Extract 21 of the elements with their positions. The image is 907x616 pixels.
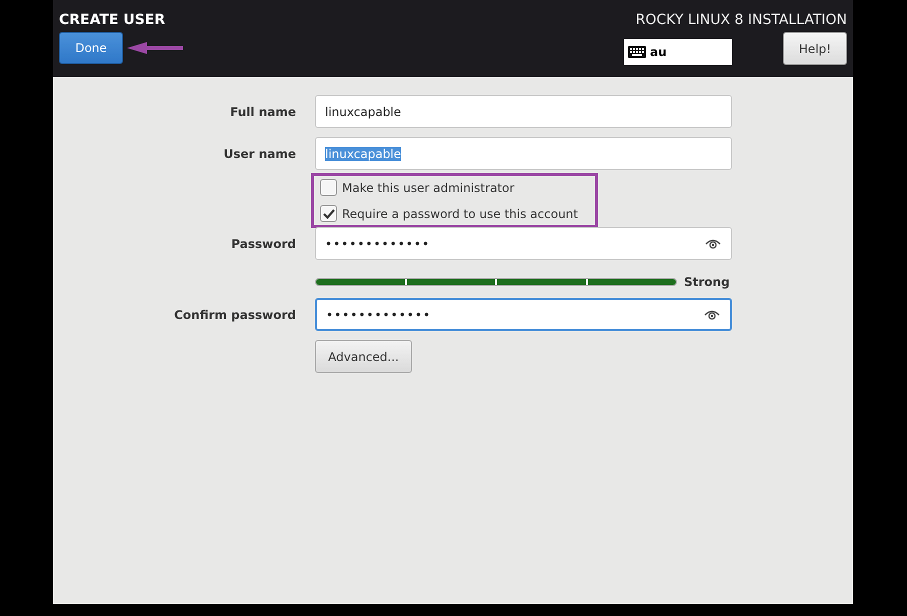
- done-button[interactable]: Done: [59, 32, 123, 64]
- checkbox-label: Make this user administrator: [342, 180, 514, 194]
- checkbox-label: Require a password to use this account: [342, 206, 578, 220]
- checkbox[interactable]: [320, 179, 337, 196]
- input-field[interactable]: linuxcapable: [315, 95, 732, 128]
- keyboard-icon: [628, 46, 646, 58]
- keyboard-layout-indicator[interactable]: au: [624, 39, 732, 65]
- field-label: User name: [222, 146, 296, 160]
- eye-icon[interactable]: [704, 310, 720, 320]
- password-field[interactable]: •••••••••••••: [315, 227, 732, 260]
- field-label: Confirm password: [173, 308, 296, 322]
- eye-icon[interactable]: [705, 238, 721, 248]
- advanced-button[interactable]: Advanced...: [315, 340, 412, 373]
- checkbox[interactable]: [320, 205, 337, 222]
- page-title: CREATE USER: [59, 12, 166, 28]
- strength-reading: Strong: [684, 275, 730, 289]
- help-button[interactable]: Help!: [783, 32, 847, 65]
- field-label: Password: [230, 236, 296, 250]
- password-field[interactable]: •••••••••••••: [315, 298, 732, 331]
- product-title: ROCKY LINUX 8 INSTALLATION: [636, 12, 847, 28]
- field-label: Full name: [229, 104, 296, 118]
